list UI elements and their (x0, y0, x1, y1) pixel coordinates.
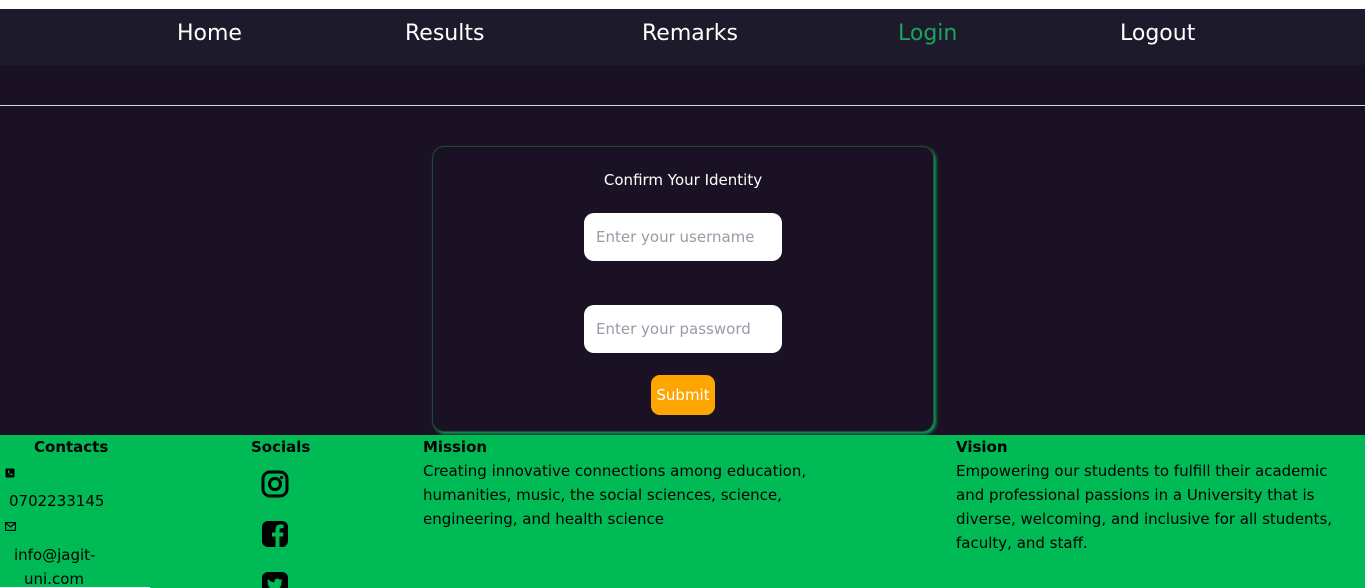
phone-icon (5, 468, 15, 480)
socials-heading: Socials (251, 438, 311, 456)
submit-button[interactable]: Submit (651, 375, 715, 415)
instagram-icon[interactable] (261, 470, 289, 498)
username-input[interactable] (584, 213, 782, 261)
nav-login-link[interactable]: Login (898, 21, 957, 46)
footer: Contacts 0702233145 info@jagit-uni.com S… (0, 435, 1365, 588)
login-title: Confirm Your Identity (603, 171, 763, 189)
vision-text: Empowering our students to fulfill their… (956, 462, 1333, 552)
contact-email: info@jagit-uni.com (14, 546, 96, 588)
facebook-icon[interactable] (261, 520, 289, 548)
mission-heading: Mission (423, 438, 488, 456)
password-input[interactable] (584, 305, 782, 353)
top-strip (0, 0, 1365, 9)
mail-icon (5, 522, 16, 533)
contacts-heading: Contacts (34, 438, 109, 456)
header-divider (0, 105, 1365, 106)
nav-remarks-link[interactable]: Remarks (642, 21, 738, 46)
nav-logout-link[interactable]: Logout (1120, 21, 1195, 46)
nav-results-link[interactable]: Results (405, 21, 484, 46)
login-card: Confirm Your Identity Submit (432, 146, 934, 432)
vision-heading: Vision (956, 438, 1008, 456)
twitter-icon[interactable] (261, 571, 289, 588)
contact-phone: 0702233145 (9, 492, 105, 510)
nav-home-link[interactable]: Home (177, 21, 242, 46)
mission-text: Creating innovative connections among ed… (423, 462, 807, 528)
navbar: Home Results Remarks Login Logout (0, 9, 1365, 65)
